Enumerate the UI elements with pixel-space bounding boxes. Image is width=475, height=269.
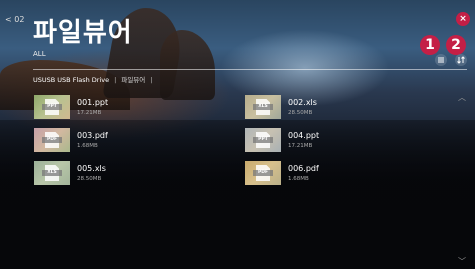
file-thumbnail: XLS (34, 161, 70, 185)
scroll-down-icon[interactable]: ﹀ (458, 256, 466, 267)
file-name: 005.xls (77, 163, 106, 173)
file-type-label: PPT (42, 104, 62, 110)
view-mode-button[interactable] (435, 54, 447, 66)
file-item[interactable]: XLS 002.xls 28.50MB (245, 95, 317, 119)
file-thumbnail: XLS (245, 95, 281, 119)
back-button[interactable]: < 02 (5, 15, 24, 24)
file-size: 17.21MB (77, 109, 102, 116)
close-button[interactable]: × (456, 12, 470, 26)
file-size: 1.68MB (77, 142, 98, 149)
breadcrumb-folder[interactable]: 파일뷰어 (121, 76, 145, 84)
page-title: 파일뷰어 (33, 18, 133, 48)
file-name: 003.pdf (77, 130, 108, 140)
filter-label: ALL (33, 50, 46, 58)
sort-icon (457, 56, 465, 64)
file-type-label: PPT (253, 137, 273, 143)
file-name: 006.pdf (288, 163, 319, 173)
file-name: 004.ppt (288, 130, 320, 140)
file-size: 17.21MB (288, 142, 313, 149)
file-thumbnail: PPT (34, 95, 70, 119)
file-item[interactable]: PPT 001.ppt 17.21MB (34, 95, 108, 119)
file-name: 002.xls (288, 97, 317, 107)
callout-1: 1 (420, 35, 440, 55)
file-size: 28.50MB (288, 109, 313, 116)
breadcrumb-separator: | (150, 76, 153, 84)
file-viewer-screen: < 02 파일뷰어 ALL × 1 2 USUSB USB Flash Driv… (0, 0, 475, 269)
header-divider (33, 69, 467, 70)
file-thumbnail: PDF (34, 128, 70, 152)
file-item[interactable]: PDF 003.pdf 1.68MB (34, 128, 108, 152)
breadcrumb-separator: | (114, 76, 117, 84)
file-thumbnail: PDF (245, 161, 281, 185)
file-item[interactable]: PPT 004.ppt 17.21MB (245, 128, 319, 152)
sort-button[interactable] (455, 54, 467, 66)
file-type-label: XLS (253, 104, 273, 110)
file-type-label: XLS (42, 170, 62, 176)
file-type-label: PDF (253, 170, 273, 176)
file-name: 001.ppt (77, 97, 109, 107)
scroll-up-icon[interactable]: ︿ (458, 92, 466, 103)
callout-2: 2 (446, 35, 466, 55)
file-type-label: PDF (42, 137, 62, 143)
file-item[interactable]: PDF 006.pdf 1.68MB (245, 161, 319, 185)
file-size: 28.50MB (77, 175, 102, 182)
list-view-icon (438, 57, 444, 63)
file-item[interactable]: XLS 005.xls 28.50MB (34, 161, 106, 185)
breadcrumb-device[interactable]: USUSB USB Flash Drive (33, 76, 109, 84)
background-rock (160, 30, 215, 100)
file-thumbnail: PPT (245, 128, 281, 152)
file-size: 1.68MB (288, 175, 309, 182)
breadcrumb: USUSB USB Flash Drive | 파일뷰어 | (33, 74, 157, 84)
